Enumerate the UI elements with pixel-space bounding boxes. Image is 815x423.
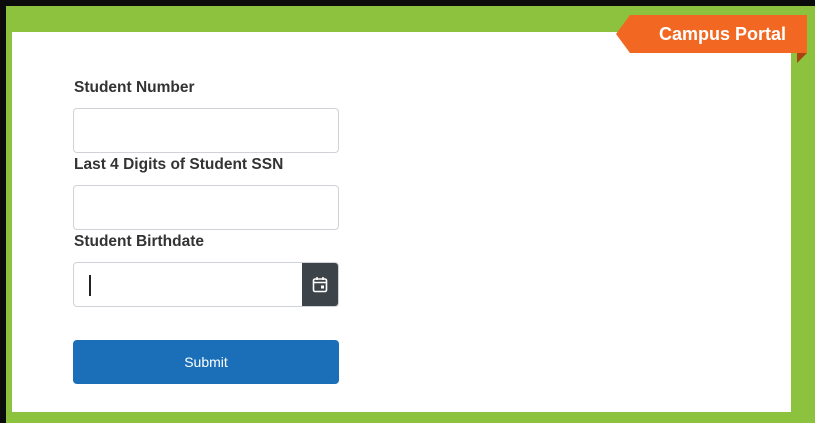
student-number-input[interactable] xyxy=(74,109,338,152)
student-number-label: Student Number xyxy=(74,79,195,96)
ssn-last4-label: Last 4 Digits of Student SSN xyxy=(74,156,284,173)
submit-button[interactable]: Submit xyxy=(73,340,339,384)
birthdate-field[interactable] xyxy=(73,262,339,307)
calendar-icon xyxy=(312,277,328,293)
campus-portal-ribbon: Campus Portal xyxy=(616,15,807,53)
ribbon-label: Campus Portal xyxy=(658,23,786,44)
text-cursor xyxy=(89,275,91,296)
birthdate-label: Student Birthdate xyxy=(74,233,205,250)
ribbon-fold xyxy=(797,53,807,63)
calendar-button[interactable] xyxy=(302,263,338,306)
student-number-field[interactable] xyxy=(73,108,339,153)
birthdate-input-area[interactable] xyxy=(74,263,302,306)
ssn-last4-field[interactable] xyxy=(73,185,339,230)
ssn-last4-input[interactable] xyxy=(74,186,338,229)
birthdate-input[interactable] xyxy=(74,263,302,306)
